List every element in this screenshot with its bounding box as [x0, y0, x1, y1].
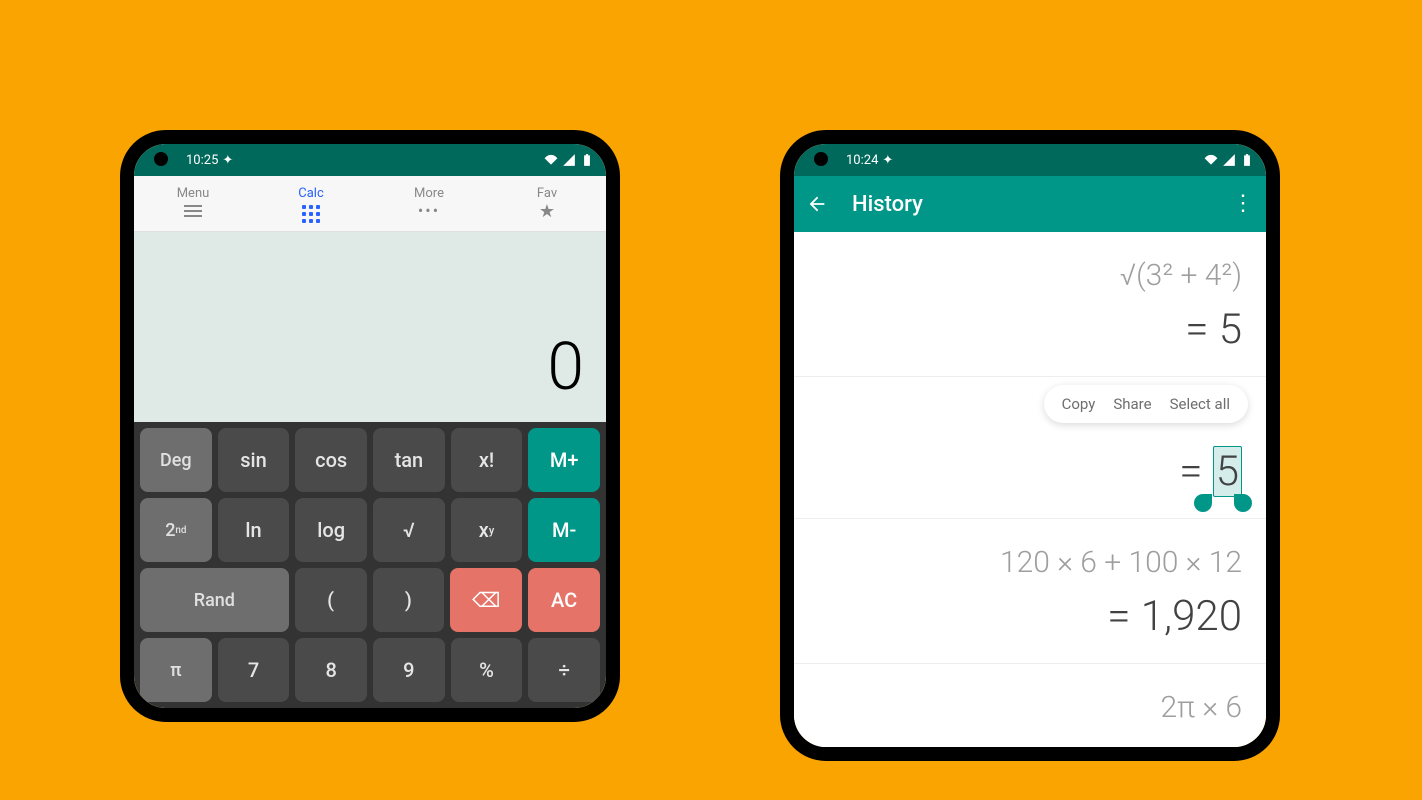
- key-π[interactable]: π: [140, 638, 212, 702]
- selection-action-pill: Copy Share Select all: [1044, 385, 1248, 423]
- key-7[interactable]: 7: [218, 638, 290, 702]
- selection-handle-right[interactable]: [1234, 494, 1252, 512]
- history-item[interactable]: 2π × 6: [794, 664, 1266, 747]
- key-÷[interactable]: ÷: [528, 638, 600, 702]
- appbar-title: History: [852, 192, 923, 217]
- back-button[interactable]: [806, 193, 828, 215]
- tab-label: Fav: [537, 186, 557, 201]
- history-item[interactable]: √(3² + 4²) = 5: [794, 232, 1266, 377]
- wifi-icon: [544, 153, 558, 167]
- overflow-menu-icon[interactable]: ⋮: [1232, 193, 1254, 215]
- tabs-row: Menu Calc More ••• Fav ★: [134, 176, 606, 232]
- copy-action[interactable]: Copy: [1062, 395, 1096, 413]
- status-glyph: ✦: [882, 153, 893, 168]
- key-ln[interactable]: ln: [218, 498, 290, 562]
- key-rand[interactable]: Rand: [140, 568, 289, 632]
- key-⌫[interactable]: ⌫: [450, 568, 522, 632]
- key-x![interactable]: x!: [451, 428, 523, 492]
- status-time: 10:24: [846, 153, 878, 168]
- key-2nd[interactable]: 2nd: [140, 498, 212, 562]
- key-log[interactable]: log: [295, 498, 367, 562]
- app-bar: History ⋮: [794, 176, 1266, 232]
- tab-menu[interactable]: Menu: [134, 176, 252, 231]
- history-list: √(3² + 4²) = 5 Copy Share Select all = 5…: [794, 232, 1266, 747]
- key-9[interactable]: 9: [373, 638, 445, 702]
- key-tan[interactable]: tan: [373, 428, 445, 492]
- battery-icon: [580, 153, 594, 167]
- status-time: 10:25: [186, 153, 218, 168]
- key-)[interactable]: ): [373, 568, 445, 632]
- history-expression: 120 × 6 + 100 × 12: [818, 545, 1242, 580]
- selection-handle-left[interactable]: [1194, 494, 1212, 512]
- status-bar: 10:24 ✦: [794, 144, 1266, 176]
- key-deg[interactable]: Deg: [140, 428, 212, 492]
- wifi-icon: [1204, 153, 1218, 167]
- key-%[interactable]: %: [451, 638, 523, 702]
- key-xy[interactable]: xy: [451, 498, 523, 562]
- history-result: = 5: [818, 447, 1242, 496]
- history-item[interactable]: 120 × 6 + 100 × 12 = 1,920: [794, 519, 1266, 664]
- key-cos[interactable]: cos: [295, 428, 367, 492]
- key-([interactable]: (: [295, 568, 367, 632]
- key-sin[interactable]: sin: [218, 428, 290, 492]
- tab-more[interactable]: More •••: [370, 176, 488, 231]
- history-item-selected[interactable]: Copy Share Select all = 5: [794, 377, 1266, 519]
- key-ac[interactable]: AC: [528, 568, 600, 632]
- tab-label: Calc: [298, 186, 324, 201]
- phone-calculator: 10:25 ✦ Menu Calc More ••• Fav ★: [120, 130, 620, 722]
- battery-icon: [1240, 153, 1254, 167]
- phone-history: 10:24 ✦ History ⋮ √(3² + 4²) = 5 Copy: [780, 130, 1280, 761]
- key-8[interactable]: 8: [295, 638, 367, 702]
- screen: 10:25 ✦ Menu Calc More ••• Fav ★: [134, 144, 606, 708]
- screen: 10:24 ✦ History ⋮ √(3² + 4²) = 5 Copy: [794, 144, 1266, 747]
- select-all-action[interactable]: Select all: [1170, 395, 1230, 413]
- status-bar: 10:25 ✦: [134, 144, 606, 176]
- display[interactable]: 0: [134, 232, 606, 422]
- key-√[interactable]: √: [373, 498, 445, 562]
- signal-icon: [562, 153, 576, 167]
- status-glyph: ✦: [222, 153, 233, 168]
- history-result: = 1,920: [818, 592, 1242, 641]
- camera-cutout: [154, 152, 168, 166]
- key-m-[interactable]: M-: [528, 498, 600, 562]
- star-icon: ★: [488, 205, 606, 219]
- signal-icon: [1222, 153, 1236, 167]
- key-m+[interactable]: M+: [528, 428, 600, 492]
- history-result: = 5: [818, 305, 1242, 354]
- menu-icon: [184, 205, 202, 217]
- selected-text: 5: [1213, 446, 1242, 497]
- keypad: Degsincostanx!M+ 2ndlnlog√xyM- Rand()⌫AC π7…: [134, 422, 606, 708]
- tab-label: More: [414, 186, 444, 201]
- share-action[interactable]: Share: [1113, 395, 1151, 413]
- grid-icon: [302, 205, 320, 223]
- camera-cutout: [814, 152, 828, 166]
- dots-icon: •••: [370, 205, 488, 217]
- history-expression: 2π × 6: [818, 690, 1242, 725]
- history-expression: √(3² + 4²): [818, 258, 1242, 293]
- tab-calc[interactable]: Calc: [252, 176, 370, 231]
- tab-fav[interactable]: Fav ★: [488, 176, 606, 231]
- tab-label: Menu: [177, 186, 210, 201]
